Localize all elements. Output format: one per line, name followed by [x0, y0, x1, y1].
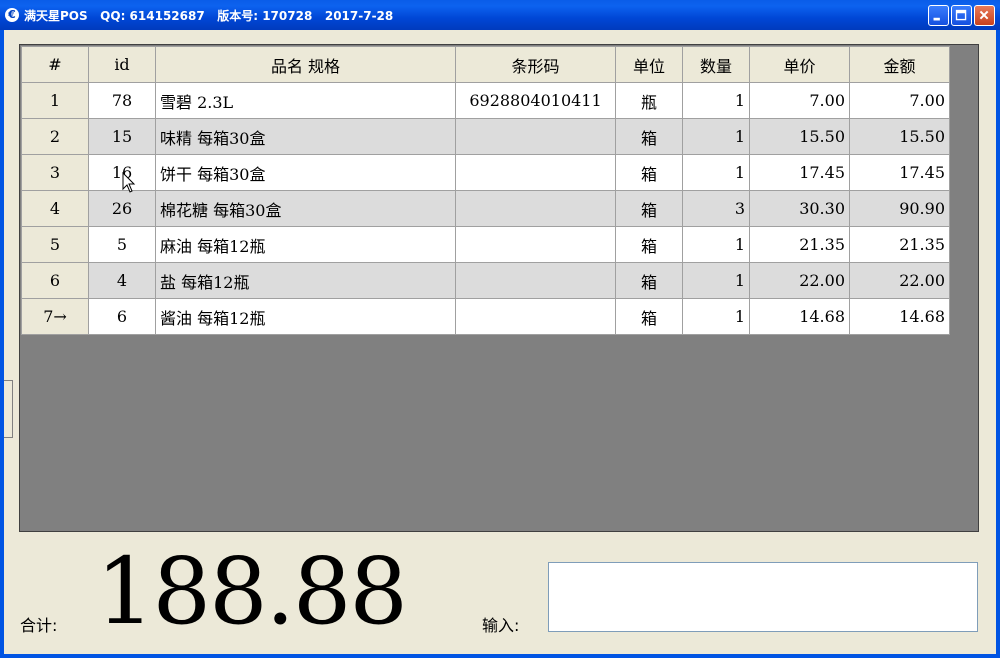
minimize-button[interactable]	[928, 5, 949, 26]
cell-qty[interactable]: 1	[682, 118, 750, 155]
sales-grid[interactable]: # id 品名 规格 条形码 单位 数量 单价 金额 1 78 雪碧 2.3L	[21, 46, 950, 335]
cell-price[interactable]: 7.00	[749, 82, 850, 119]
cell-barcode[interactable]	[455, 190, 616, 227]
table-row[interactable]: 6 4 盐 每箱12瓶 箱 1 22.00 22.00	[21, 262, 950, 299]
side-splitter-handle[interactable]	[4, 380, 13, 438]
cell-qty[interactable]: 1	[682, 154, 750, 191]
column-header-name[interactable]: 品名 规格	[155, 46, 456, 83]
column-header-barcode[interactable]: 条形码	[455, 46, 616, 83]
table-row[interactable]: 7→ 6 酱油 每箱12瓶 箱 1 14.68 14.68	[21, 298, 950, 335]
row-header[interactable]: 2	[21, 118, 89, 155]
cell-name[interactable]: 味精 每箱30盒	[155, 118, 456, 155]
column-header-index[interactable]: #	[21, 46, 89, 83]
total-amount: 188.88	[96, 538, 408, 645]
cell-qty[interactable]: 1	[682, 226, 750, 263]
cell-name[interactable]: 棉花糖 每箱30盒	[155, 190, 456, 227]
cell-amount[interactable]: 7.00	[849, 82, 950, 119]
cell-unit[interactable]: 箱	[615, 154, 683, 191]
row-header[interactable]: 5	[21, 226, 89, 263]
cell-price[interactable]: 22.00	[749, 262, 850, 299]
cell-qty[interactable]: 3	[682, 190, 750, 227]
column-header-id[interactable]: id	[88, 46, 156, 83]
cell-qty[interactable]: 1	[682, 262, 750, 299]
cell-barcode[interactable]	[455, 154, 616, 191]
cell-unit[interactable]: 箱	[615, 226, 683, 263]
cell-price[interactable]: 14.68	[749, 298, 850, 335]
cell-id[interactable]: 15	[88, 118, 156, 155]
cell-barcode[interactable]	[455, 118, 616, 155]
cell-name[interactable]: 饼干 每箱30盒	[155, 154, 456, 191]
column-header-amount[interactable]: 金额	[849, 46, 950, 83]
cell-unit[interactable]: 箱	[615, 262, 683, 299]
cell-price[interactable]: 30.30	[749, 190, 850, 227]
cell-amount[interactable]: 15.50	[849, 118, 950, 155]
cell-id[interactable]: 5	[88, 226, 156, 263]
total-label: 合计:	[20, 616, 58, 635]
barcode-input[interactable]	[548, 562, 978, 632]
cell-unit[interactable]: 箱	[615, 118, 683, 155]
cell-unit[interactable]: 瓶	[615, 82, 683, 119]
cell-id[interactable]: 6	[88, 298, 156, 335]
cell-amount[interactable]: 22.00	[849, 262, 950, 299]
row-header[interactable]: 4	[21, 190, 89, 227]
table-row[interactable]: 2 15 味精 每箱30盒 箱 1 15.50 15.50	[21, 118, 950, 155]
cell-price[interactable]: 15.50	[749, 118, 850, 155]
cell-unit[interactable]: 箱	[615, 190, 683, 227]
column-header-qty[interactable]: 数量	[682, 46, 750, 83]
window-title: 满天星POS QQ: 614152687 版本号: 170728 2017-7-…	[24, 9, 394, 23]
table-row[interactable]: 5 5 麻油 每箱12瓶 箱 1 21.35 21.35	[21, 226, 950, 263]
cell-barcode[interactable]	[455, 298, 616, 335]
cell-id[interactable]: 4	[88, 262, 156, 299]
close-icon	[979, 10, 989, 20]
cell-amount[interactable]: 90.90	[849, 190, 950, 227]
main-panel: # id 品名 规格 条形码 单位 数量 单价 金额 1 78 雪碧 2.3L	[4, 30, 996, 654]
cell-amount[interactable]: 14.68	[849, 298, 950, 335]
cell-barcode[interactable]: 6928804010411	[455, 82, 616, 119]
close-button[interactable]	[974, 5, 995, 26]
table-row[interactable]: 3 16 饼干 每箱30盒 箱 1 17.45 17.45	[21, 154, 950, 191]
app-window: € 满天星POS QQ: 614152687 版本号: 170728 2017-…	[0, 0, 1000, 658]
cell-barcode[interactable]	[455, 226, 616, 263]
cell-amount[interactable]: 17.45	[849, 154, 950, 191]
cell-price[interactable]: 17.45	[749, 154, 850, 191]
cell-barcode[interactable]	[455, 262, 616, 299]
cell-name[interactable]: 雪碧 2.3L	[155, 82, 456, 119]
app-icon[interactable]: €	[5, 8, 19, 22]
mouse-cursor-icon	[122, 172, 136, 193]
cell-unit[interactable]: 箱	[615, 298, 683, 335]
table-row[interactable]: 1 78 雪碧 2.3L 6928804010411 瓶 1 7.00 7.00	[21, 82, 950, 119]
maximize-button[interactable]	[951, 5, 972, 26]
row-header[interactable]: 1	[21, 82, 89, 119]
cell-name[interactable]: 酱油 每箱12瓶	[155, 298, 456, 335]
column-header-price[interactable]: 单价	[749, 46, 850, 83]
maximize-icon	[955, 9, 967, 21]
minimize-icon	[933, 17, 940, 21]
cell-amount[interactable]: 21.35	[849, 226, 950, 263]
cell-id[interactable]: 26	[88, 190, 156, 227]
row-header[interactable]: 6	[21, 262, 89, 299]
input-label: 输入:	[482, 616, 520, 635]
grid-header-row: # id 品名 规格 条形码 单位 数量 单价 金额	[21, 46, 950, 83]
cell-qty[interactable]: 1	[682, 82, 750, 119]
cell-name[interactable]: 盐 每箱12瓶	[155, 262, 456, 299]
title-bar[interactable]: € 满天星POS QQ: 614152687 版本号: 170728 2017-…	[0, 0, 1000, 30]
cell-qty[interactable]: 1	[682, 298, 750, 335]
row-header[interactable]: 3	[21, 154, 89, 191]
cell-id[interactable]: 78	[88, 82, 156, 119]
cell-price[interactable]: 21.35	[749, 226, 850, 263]
column-header-unit[interactable]: 单位	[615, 46, 683, 83]
row-header-current[interactable]: 7→	[21, 298, 89, 335]
table-row[interactable]: 4 26 棉花糖 每箱30盒 箱 3 30.30 90.90	[21, 190, 950, 227]
sales-grid-area[interactable]: # id 品名 规格 条形码 单位 数量 单价 金额 1 78 雪碧 2.3L	[19, 44, 979, 532]
cell-name[interactable]: 麻油 每箱12瓶	[155, 226, 456, 263]
